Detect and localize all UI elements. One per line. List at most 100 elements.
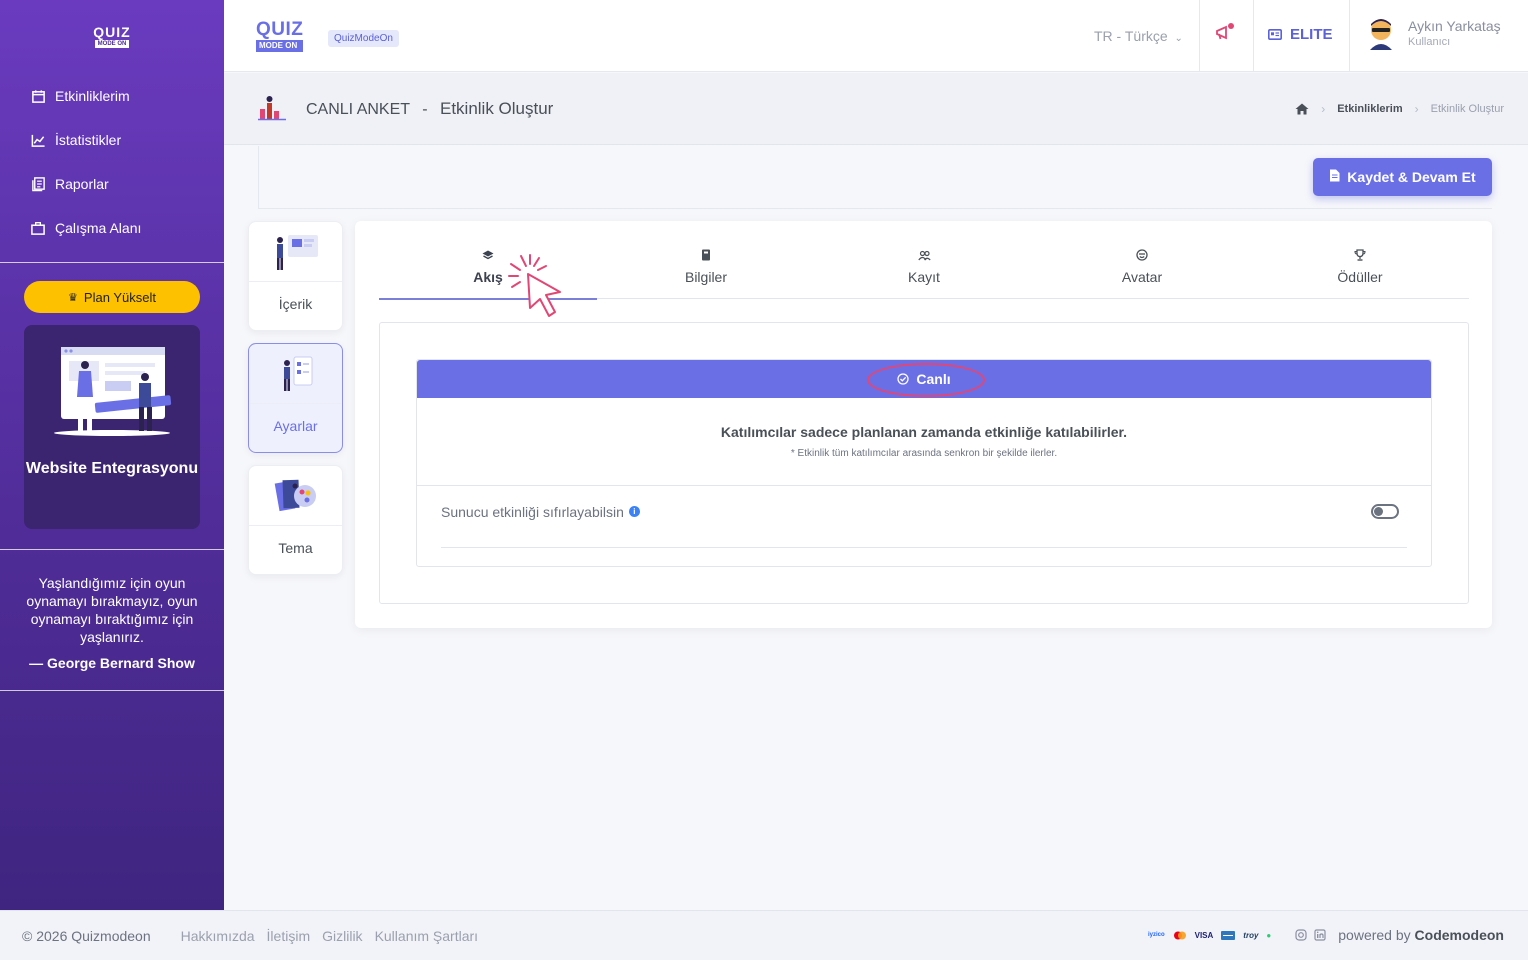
id-card-icon [1268, 29, 1282, 40]
plan-badge[interactable]: ELITE [1268, 26, 1333, 43]
live-mode-description: Katılımcılar sadece planlanan zamanda et… [417, 398, 1431, 486]
language-selector[interactable]: TR - Türkçe ⌄ [1094, 28, 1183, 44]
report-icon [30, 176, 46, 192]
logo-text: QUIZ [93, 23, 131, 40]
powered-prefix: powered by [1338, 927, 1411, 943]
page-title-separator: - [422, 101, 428, 118]
breadcrumb: › Etkinliklerim › Etkinlik Oluştur [1295, 102, 1504, 116]
flow-panel: Canlı Katılımcılar sadece planlanan zama… [379, 322, 1469, 604]
topbar-logo[interactable]: QUIZ MODE ON [256, 19, 304, 52]
sidebar-nav: Etkinliklerim İstatistikler Raporlar Çal… [0, 72, 224, 250]
sidebar-item-calisma-alani[interactable]: Çalışma Alanı [0, 206, 224, 250]
tab-label: Ödüller [1337, 269, 1383, 285]
briefcase-icon [30, 220, 46, 236]
info-icon[interactable]: i [628, 506, 640, 517]
description-text: Katılımcılar sadece planlanan zamanda et… [720, 424, 1128, 440]
tab-avatar[interactable]: Avatar [1033, 245, 1251, 298]
website-integration-title: Website Entegrasyonu [25, 460, 199, 477]
linkedin-icon[interactable] [1314, 929, 1326, 941]
instagram-icon[interactable] [1295, 929, 1307, 941]
quote-block: Yaşlandığımız için oyun oynamayı bırakma… [0, 549, 224, 691]
side-tab-label: İçerik [278, 296, 313, 312]
users-icon [917, 247, 931, 263]
sidebar-logo[interactable]: QUIZ MODE ON [0, 0, 224, 72]
user-menu[interactable]: Aykın Yarkataş Kullanıcı [1366, 16, 1501, 50]
secure-icon: ● [1266, 930, 1272, 940]
sidebar-item-raporlar[interactable]: Raporlar [0, 162, 224, 206]
page-title-main: CANLI ANKET [306, 101, 410, 118]
chevron-down-icon: ⌄ [1174, 33, 1183, 44]
page-header: CANLI ANKET - Etkinlik Oluştur › Etkinli… [224, 73, 1528, 145]
user-role: Kullanıcı [1408, 36, 1451, 48]
powered-by[interactable]: powered by Codemodeon [1338, 927, 1504, 943]
layers-icon [482, 247, 494, 263]
poll-icon [258, 95, 288, 126]
highlight-ring [867, 363, 985, 397]
page-title-sub: Etkinlik Oluştur [439, 99, 554, 118]
side-tab-icerik[interactable]: İçerik [248, 221, 343, 331]
home-icon[interactable] [1295, 103, 1309, 115]
topbar-separator [1253, 0, 1254, 72]
topbar: QUIZ MODE ON QuizModeOn TR - Türkçe ⌄ EL… [224, 0, 1528, 72]
toggle-knob [1374, 507, 1383, 516]
editor-side-tabs: İçerik Ayarlar Tema [248, 221, 343, 587]
reset-option-label-wrap: Sunucu etkinliği sıfırlayabilsin i [441, 504, 640, 520]
chart-line-icon [30, 132, 46, 148]
language-label: TR - Türkçe [1094, 28, 1168, 44]
content-illustration [249, 222, 342, 282]
troy-logo: troy [1243, 930, 1259, 940]
amex-logo [1221, 930, 1236, 940]
sidebar-item-label: Çalışma Alanı [55, 220, 142, 236]
click-cursor-icon [508, 254, 561, 317]
tab-label: Kayıt [908, 269, 940, 285]
topbar-separator [1199, 0, 1200, 72]
footer: © 2026 Quizmodeon Hakkımızda İletişim Gi… [0, 910, 1528, 960]
tab-bilgiler[interactable]: Bilgiler [597, 245, 815, 298]
tab-oduller[interactable]: Ödüller [1251, 245, 1469, 298]
save-continue-label: Kaydet & Devam Et [1347, 169, 1476, 185]
live-mode-option[interactable]: Canlı [417, 360, 1431, 398]
breadcrumb-item-current: Etkinlik Oluştur [1430, 103, 1504, 115]
side-tab-ayarlar[interactable]: Ayarlar [248, 343, 343, 453]
document-icon [1329, 169, 1340, 185]
copyright: © 2026 Quizmodeon [22, 927, 151, 944]
sidebar-item-label: Raporlar [55, 176, 109, 192]
plan-upgrade-label: Plan Yükselt [83, 289, 156, 305]
trophy-icon [1354, 247, 1366, 263]
quote-text: Yaşlandığımız için oyun oynamayı bırakma… [26, 575, 198, 645]
chevron-right-icon: › [1321, 102, 1326, 116]
reset-option-row: Sunucu etkinliği sıfırlayabilsin i [441, 476, 1407, 548]
smile-icon [1136, 247, 1148, 263]
reset-option-toggle[interactable] [1371, 504, 1399, 519]
footer-link-privacy[interactable]: Gizlilik [322, 928, 362, 944]
sidebar-item-etkinliklerim[interactable]: Etkinliklerim [0, 74, 224, 118]
action-bar: Kaydet & Devam Et [258, 146, 1492, 209]
side-tab-label: Ayarlar [273, 418, 318, 434]
tab-kayit[interactable]: Kayıt [815, 245, 1033, 298]
plan-upgrade-button[interactable]: ♛ Plan Yükselt [24, 281, 200, 313]
logo-subtext: MODE ON [256, 40, 304, 52]
notebook-icon [701, 247, 711, 263]
topbar-separator [1349, 0, 1350, 72]
page-title: CANLI ANKET - Etkinlik Oluştur [306, 99, 553, 119]
chevron-right-icon: › [1414, 102, 1419, 116]
logo-text: QUIZ [256, 19, 304, 40]
footer-link-about[interactable]: Hakkımızda [181, 928, 255, 944]
footer-links: Hakkımızda İletişim Gizlilik Kullanım Şa… [181, 928, 478, 944]
powered-brand: Codemodeon [1414, 927, 1504, 943]
reset-option-label: Sunucu etkinliği sıfırlayabilsin [441, 503, 624, 520]
save-continue-button[interactable]: Kaydet & Devam Et [1313, 158, 1492, 196]
logo-subtext: MODE ON [94, 39, 130, 48]
side-tab-tema[interactable]: Tema [248, 465, 343, 575]
tab-label: Bilgiler [684, 269, 727, 285]
sidebar-item-label: İstatistikler [55, 132, 122, 148]
footer-link-terms[interactable]: Kullanım Şartları [375, 928, 478, 944]
website-integration-card[interactable]: Website Entegrasyonu [24, 325, 200, 529]
calendar-icon [30, 88, 46, 104]
sidebar-divider [0, 262, 224, 263]
announcements-button[interactable] [1214, 22, 1236, 49]
footer-link-contact[interactable]: İletişim [267, 928, 311, 944]
breadcrumb-item[interactable]: Etkinliklerim [1337, 103, 1402, 115]
sidebar-item-istatistikler[interactable]: İstatistikler [0, 118, 224, 162]
sidebar-item-label: Etkinliklerim [55, 88, 130, 104]
